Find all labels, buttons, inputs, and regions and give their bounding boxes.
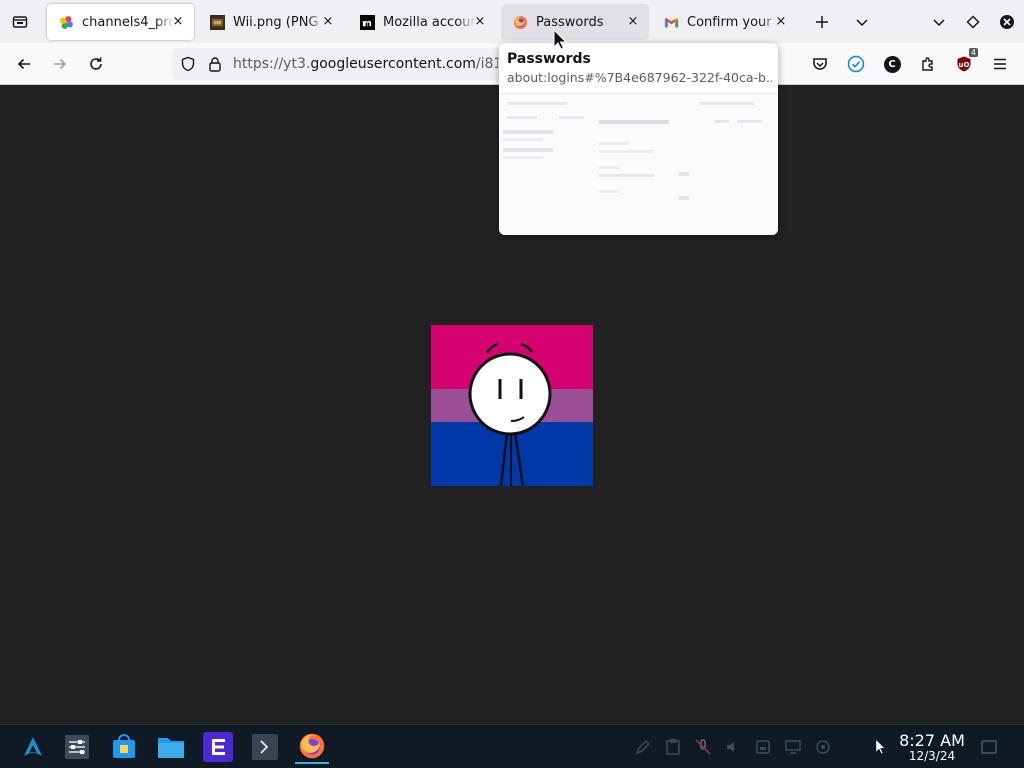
check-circle-icon	[847, 55, 865, 73]
tab-title: Wii.png (PNG Image)	[233, 14, 325, 30]
tab-strip: channels4_profile.jpg × Wii.png (PNG Ima…	[0, 0, 1024, 43]
hamburger-menu-icon	[994, 58, 1006, 70]
diamond-icon	[966, 15, 980, 29]
tooltip-url: about:logins#%7B4e687962-322f-40ca-b...	[507, 70, 772, 85]
ublock-shield-icon: uO	[957, 56, 971, 72]
account-extension-button[interactable]: C	[878, 50, 906, 78]
settings-sliders-icon	[65, 735, 89, 759]
url-path: /i81tc	[475, 56, 498, 72]
url-bar[interactable]: https://yt3.googleusercontent.com/i81tc	[172, 48, 502, 80]
lock-icon[interactable]	[207, 56, 223, 72]
close-icon[interactable]: ×	[773, 14, 789, 30]
firefox-taskbar-button[interactable]	[295, 730, 329, 764]
reload-icon	[90, 57, 102, 70]
tray-display-icon[interactable]	[784, 738, 802, 756]
terminal-icon	[252, 734, 278, 760]
tooltip-title: Passwords	[507, 51, 591, 67]
displayed-image[interactable]	[431, 325, 593, 486]
folder-icon	[158, 738, 184, 758]
tab-title: Confirm your account	[687, 14, 779, 30]
letter-e-app-icon	[203, 732, 233, 762]
firefox-view-icon	[12, 16, 28, 28]
tab-confirm-account[interactable]: Confirm your account ×	[652, 4, 797, 40]
clock-date[interactable]: 12/3/24	[896, 749, 968, 763]
show-desktop-icon[interactable]	[980, 738, 998, 756]
close-icon[interactable]: ×	[320, 14, 336, 30]
gmail-icon	[664, 17, 679, 27]
chevron-down-icon	[856, 19, 868, 27]
tray-edit-icon[interactable]	[634, 738, 652, 756]
firefox-icon	[513, 15, 528, 29]
app-launcher-button[interactable]	[16, 730, 50, 764]
tab-title: Mozilla account	[383, 14, 475, 30]
tab-wii-png[interactable]: Wii.png (PNG Image) ×	[198, 4, 344, 40]
image-thumbnail-icon	[210, 14, 225, 30]
pocket-button[interactable]	[806, 50, 834, 78]
tray-muted-mic-icon[interactable]	[694, 738, 712, 756]
stick-figure-bi-flag-image	[431, 325, 593, 486]
mouse-cursor-icon	[553, 29, 567, 50]
firefox-icon	[299, 733, 325, 759]
tab-title: Passwords	[536, 14, 604, 30]
tab-title: channels4_profile.jpg	[82, 14, 174, 30]
forward-arrow-icon	[54, 58, 67, 70]
tray-volume-icon[interactable]	[724, 738, 742, 756]
url-prefix: https://yt3.	[233, 56, 311, 72]
close-icon[interactable]: ×	[472, 14, 488, 30]
ublock-badge: 4	[968, 48, 978, 57]
close-window-button[interactable]	[993, 8, 1021, 36]
close-circle-icon	[1000, 15, 1014, 29]
list-all-tabs-button[interactable]	[848, 8, 876, 36]
reload-button[interactable]	[82, 50, 110, 78]
taskbar: 8:27 AM 12/3/24	[0, 724, 1024, 768]
tab-passwords[interactable]: Passwords ×	[501, 4, 649, 40]
app-e-button[interactable]	[201, 730, 235, 764]
url-domain: googleusercontent.com	[310, 56, 476, 72]
new-tab-button[interactable]	[808, 8, 836, 36]
tab-channels4-profile[interactable]: channels4_profile.jpg ×	[47, 4, 194, 40]
puzzle-piece-icon	[922, 57, 933, 71]
account-initial-icon: C	[883, 55, 901, 73]
software-center-button[interactable]	[107, 730, 141, 764]
minimize-button[interactable]	[925, 8, 953, 36]
back-button[interactable]	[10, 50, 38, 78]
firefox-view-button[interactable]	[6, 8, 34, 36]
passwords-page-thumbnail	[499, 94, 778, 235]
svg-text:uO: uO	[959, 61, 970, 69]
extension-check-button[interactable]	[842, 50, 870, 78]
tab-thumbnail-preview	[499, 93, 778, 235]
tray-network-icon[interactable]	[814, 738, 832, 756]
terminal-button[interactable]	[248, 730, 282, 764]
tray-storage-icon[interactable]	[754, 738, 772, 756]
back-arrow-icon	[17, 58, 30, 70]
tab-preview-tooltip: Passwords about:logins#%7B4e687962-322f-…	[499, 43, 778, 235]
file-manager-button[interactable]	[154, 730, 188, 764]
ublock-origin-button[interactable]: uO 4	[950, 48, 978, 78]
tracking-shield-icon[interactable]	[180, 56, 196, 72]
maximize-button[interactable]	[959, 8, 987, 36]
arch-logo-icon	[24, 737, 42, 756]
shopping-bag-icon	[113, 734, 135, 758]
mouse-cursor-icon	[875, 738, 886, 755]
google-photos-icon	[59, 15, 74, 29]
tab-mozilla-account[interactable]: Mozilla account ×	[348, 4, 496, 40]
chevron-down-icon	[933, 19, 945, 27]
system-settings-button[interactable]	[60, 730, 94, 764]
close-icon[interactable]: ×	[625, 14, 641, 30]
extensions-button[interactable]	[914, 50, 942, 78]
app-menu-button[interactable]	[986, 50, 1014, 78]
pocket-icon	[813, 58, 827, 70]
url-text[interactable]: https://yt3.googleusercontent.com/i81tc	[233, 56, 498, 72]
mozilla-m-icon	[360, 14, 375, 30]
forward-button[interactable]	[46, 50, 74, 78]
plus-icon	[816, 16, 828, 28]
tray-clipboard-icon[interactable]	[664, 738, 682, 756]
close-icon[interactable]: ×	[170, 14, 186, 30]
clock-time[interactable]: 8:27 AM	[896, 731, 968, 750]
